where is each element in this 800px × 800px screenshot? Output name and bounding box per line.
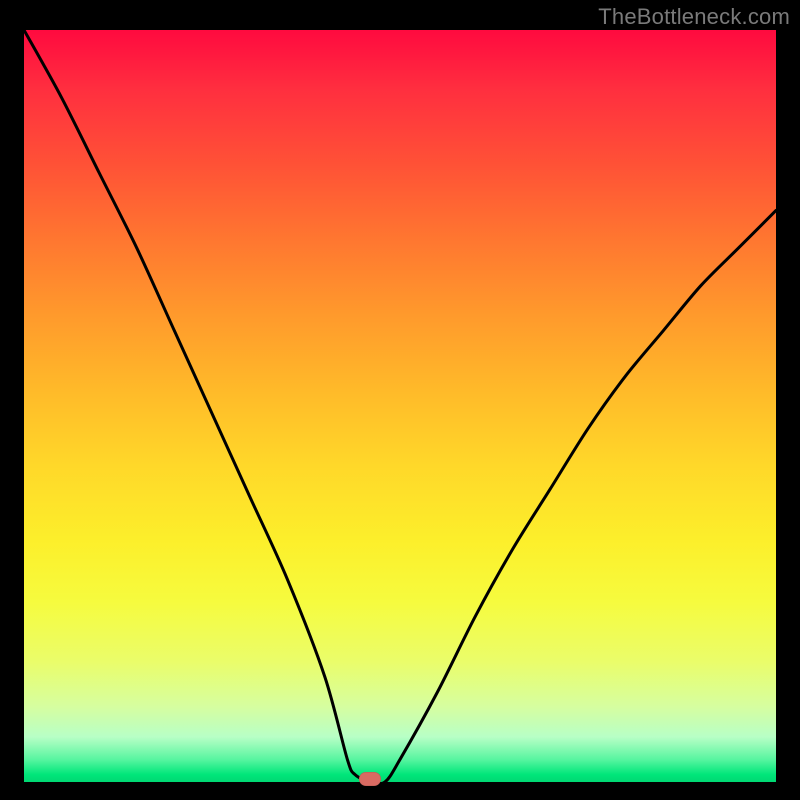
- plot-area: [24, 30, 776, 782]
- bottleneck-marker: [359, 772, 381, 786]
- bottleneck-curve: [24, 30, 776, 782]
- curve-path: [24, 30, 776, 784]
- chart-frame: TheBottleneck.com: [0, 0, 800, 800]
- watermark-label: TheBottleneck.com: [598, 4, 790, 30]
